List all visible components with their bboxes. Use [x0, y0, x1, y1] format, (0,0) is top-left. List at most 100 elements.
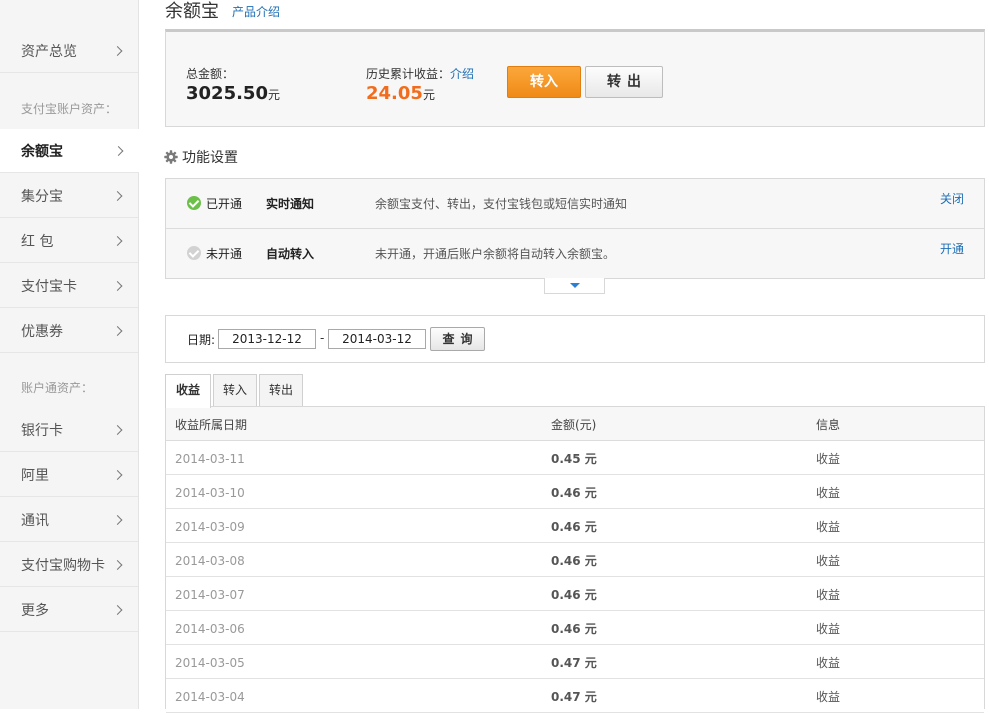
tab-transfer-out[interactable]: 转出 — [259, 374, 303, 407]
tab-earnings[interactable]: 收益 — [165, 374, 211, 408]
cell-date: 2014-03-04 — [175, 690, 245, 704]
cell-info: 收益 — [816, 486, 841, 500]
column-header-date: 收益所属日期 — [175, 418, 248, 432]
total-amount: 3025.50元 — [186, 83, 280, 104]
function-status: 已开通 — [206, 197, 243, 211]
cell-date: 2014-03-05 — [175, 656, 245, 670]
earnings-value: 24.05 — [366, 83, 423, 104]
cell-info: 收益 — [816, 520, 841, 534]
chevron-right-icon — [112, 45, 123, 56]
cell-amount: 0.46 元 — [551, 554, 597, 568]
start-date-input[interactable] — [218, 329, 316, 349]
function-settings-panel: 已开通 实时通知 余额宝支付、转出，支付宝钱包或短信实时通知 关闭 未开通 自动… — [165, 178, 985, 279]
sidebar-item-label: 余额宝 — [21, 143, 63, 160]
sidebar-item-bank-card[interactable]: 银行卡 — [0, 408, 138, 452]
cell-info: 收益 — [816, 690, 841, 704]
sidebar-item-label: 银行卡 — [21, 422, 63, 439]
sidebar-section-title: 支付宝账户资产： — [21, 102, 118, 116]
sidebar-item-label: 资产总览 — [21, 43, 77, 60]
chevron-right-icon — [113, 145, 124, 156]
column-header-amount: 金额(元) — [551, 418, 597, 432]
function-name: 实时通知 — [266, 197, 315, 211]
query-button[interactable]: 查询 — [430, 327, 485, 351]
column-header-info: 信息 — [816, 418, 841, 432]
sidebar: 资产总览 支付宝账户资产： 余额宝 集分宝 红 包 支付宝卡 优惠券 账户通资产… — [0, 0, 139, 709]
table-row: 2014-03-07 0.46 元 收益 — [166, 577, 984, 611]
cell-amount: 0.46 元 — [551, 520, 597, 534]
table-row: 2014-03-10 0.46 元 收益 — [166, 475, 984, 509]
chevron-right-icon — [112, 190, 123, 201]
sidebar-item-alipay-card[interactable]: 支付宝卡 — [0, 264, 138, 308]
cell-info: 收益 — [816, 452, 841, 466]
sidebar-item-telecom[interactable]: 通讯 — [0, 498, 138, 542]
earnings-intro-link[interactable]: 介绍 — [450, 67, 474, 81]
sidebar-item-coupons[interactable]: 优惠券 — [0, 309, 138, 353]
cell-date: 2014-03-10 — [175, 486, 245, 500]
sidebar-item-label: 支付宝卡 — [21, 278, 77, 295]
sidebar-item-label: 支付宝购物卡 — [21, 557, 105, 574]
sidebar-item-asset-overview[interactable]: 资产总览 — [0, 29, 138, 73]
earnings-table: 收益所属日期 金额(元) 信息 2014-03-11 0.45 元收益 2014-0… — [165, 406, 985, 713]
total-amount-label: 总金额： — [186, 67, 235, 81]
sidebar-item-yuebao[interactable]: 余额宝 — [0, 129, 139, 173]
table-row: 2014-03-08 0.46 元 收益 — [166, 543, 984, 577]
sidebar-item-red-packet[interactable]: 红 包 — [0, 219, 138, 263]
product-intro-link[interactable]: 产品介绍 — [232, 3, 280, 20]
close-function-link[interactable]: 关闭 — [940, 190, 964, 207]
cell-amount: 0.46 元 — [551, 588, 597, 602]
sidebar-item-label: 优惠券 — [21, 323, 63, 340]
cell-amount: 0.46 元 — [551, 486, 597, 500]
table-row: 2014-03-04 0.47 元 收益 — [166, 679, 984, 713]
sidebar-item-label: 红 包 — [21, 233, 54, 250]
function-settings-title: 功能设置 — [182, 150, 238, 166]
sidebar-item-label: 集分宝 — [21, 188, 63, 205]
chevron-right-icon — [112, 235, 123, 246]
chevron-right-icon — [112, 325, 123, 336]
cell-amount: 0.46 元 — [551, 622, 597, 636]
cell-info: 收益 — [816, 554, 841, 568]
caret-down-icon — [570, 283, 580, 288]
function-description: 余额宝支付、转出，支付宝钱包或短信实时通知 — [375, 197, 628, 211]
transfer-out-button[interactable]: 转出 — [585, 66, 663, 98]
table-row: 2014-03-09 0.46 元 收益 — [166, 509, 984, 543]
table-row: 2014-03-06 0.46 元 收益 — [166, 611, 984, 645]
sidebar-item-more[interactable]: 更多 — [0, 588, 138, 632]
cell-info: 收益 — [816, 656, 841, 670]
cell-amount: 0.47 元 — [551, 656, 597, 670]
cell-amount: 0.45 元 — [551, 452, 597, 466]
sidebar-item-label: 更多 — [21, 602, 49, 619]
expand-functions-button[interactable] — [544, 278, 605, 294]
cell-date: 2014-03-11 — [175, 452, 245, 466]
gear-icon — [164, 150, 178, 164]
chevron-right-icon — [112, 280, 123, 291]
transfer-in-button[interactable]: 转入 — [507, 66, 581, 98]
function-settings-heading: 功能设置 — [164, 147, 238, 167]
cell-date: 2014-03-06 — [175, 622, 245, 636]
function-row-auto-transfer: 未开通 自动转入 未开通，开通后账户余额将自动转入余额宝。 开通 — [166, 228, 984, 278]
balance-summary: 总金额： 3025.50元 历史累计收益：介绍 24.05元 转入 转出 — [165, 29, 985, 127]
end-date-input[interactable] — [328, 329, 426, 349]
date-separator: - — [320, 331, 325, 345]
function-name: 自动转入 — [266, 247, 315, 261]
sidebar-section-title: 账户通资产： — [21, 381, 94, 395]
chevron-right-icon — [112, 424, 123, 435]
earnings-label-group: 历史累计收益：介绍 — [366, 65, 474, 82]
enable-function-link[interactable]: 开通 — [940, 240, 964, 257]
function-description: 未开通，开通后账户余额将自动转入余额宝。 — [375, 247, 616, 261]
earnings: 24.05元 — [366, 83, 435, 104]
function-status: 未开通 — [206, 247, 243, 261]
cell-date: 2014-03-09 — [175, 520, 245, 534]
sidebar-item-ali[interactable]: 阿里 — [0, 453, 138, 497]
chevron-right-icon — [112, 559, 123, 570]
date-label: 日期: — [187, 333, 216, 347]
chevron-right-icon — [112, 514, 123, 525]
cell-date: 2014-03-08 — [175, 554, 245, 568]
sidebar-item-shopping-card[interactable]: 支付宝购物卡 — [0, 543, 138, 587]
sidebar-item-jifenbao[interactable]: 集分宝 — [0, 174, 138, 218]
page-title: 余额宝 — [165, 1, 219, 22]
table-row: 2014-03-05 0.47 元 收益 — [166, 645, 984, 679]
cell-date: 2014-03-07 — [175, 588, 245, 602]
tab-transfer-in[interactable]: 转入 — [213, 374, 257, 407]
sidebar-item-label: 通讯 — [21, 512, 49, 529]
function-row-realtime-notice: 已开通 实时通知 余额宝支付、转出，支付宝钱包或短信实时通知 关闭 — [166, 179, 984, 228]
